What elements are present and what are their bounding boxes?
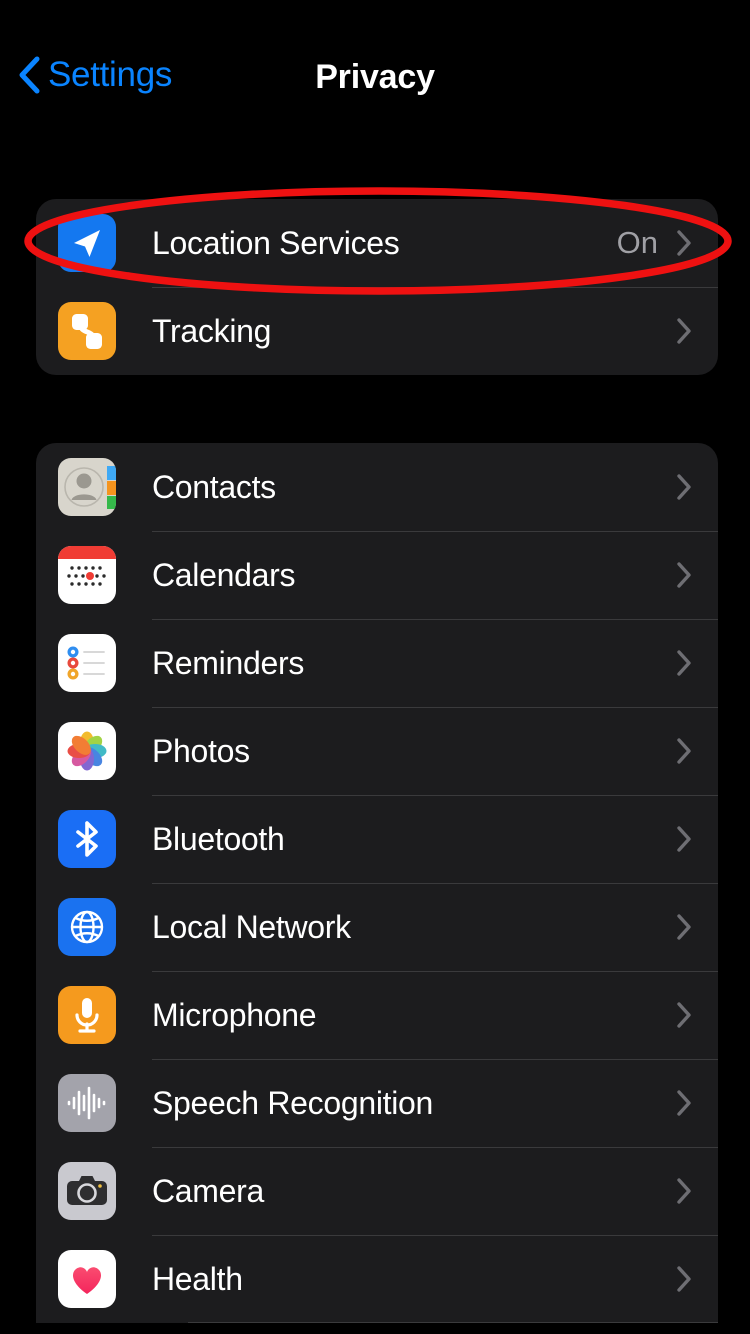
row-calendars[interactable]: Calendars — [36, 531, 718, 619]
contacts-tab-green — [107, 496, 116, 509]
row-speech-recognition[interactable]: Speech Recognition — [36, 1059, 718, 1147]
bottom-separator — [188, 1322, 718, 1323]
calendars-icon — [58, 546, 116, 604]
location-arrow-icon — [58, 214, 116, 272]
chevron-right-icon — [677, 318, 691, 344]
row-photos[interactable]: Photos — [36, 707, 718, 795]
reminders-icon — [58, 634, 116, 692]
row-value: On — [616, 225, 658, 260]
row-label: Photos — [152, 732, 250, 769]
contacts-tab-orange — [107, 481, 116, 495]
chevron-right-icon — [677, 1178, 691, 1204]
photos-icon — [58, 722, 116, 780]
chevron-right-icon — [677, 650, 691, 676]
row-accessory — [676, 1089, 718, 1117]
microphone-icon — [58, 986, 116, 1044]
row-label: Location Services — [152, 224, 400, 261]
navigation-bar: Settings Privacy — [0, 0, 750, 150]
settings-group-primary: Location Services On Tracking — [36, 199, 718, 375]
chevron-right-icon — [677, 914, 691, 940]
row-accessory — [676, 1177, 718, 1205]
row-label: Tracking — [152, 312, 272, 349]
row-label: Camera — [152, 1172, 265, 1209]
row-local-network[interactable]: Local Network — [36, 883, 718, 971]
chevron-right-icon — [677, 738, 691, 764]
row-label: Calendars — [152, 556, 296, 593]
row-reminders[interactable]: Reminders — [36, 619, 718, 707]
bluetooth-icon — [58, 810, 116, 868]
row-accessory — [676, 473, 718, 501]
chevron-right-icon — [677, 1266, 691, 1292]
row-accessory — [676, 825, 718, 853]
row-health[interactable]: Health — [36, 1235, 718, 1323]
contacts-icon — [58, 458, 116, 516]
row-accessory — [658, 317, 718, 345]
row-tracking[interactable]: Tracking — [36, 287, 718, 375]
row-label: Bluetooth — [152, 820, 285, 857]
row-accessory — [676, 649, 718, 677]
row-label: Microphone — [152, 996, 317, 1033]
row-label: Reminders — [152, 644, 305, 681]
row-accessory — [676, 737, 718, 765]
tracking-icon — [58, 302, 116, 360]
page-title: Privacy — [315, 58, 435, 96]
row-bluetooth[interactable]: Bluetooth — [36, 795, 718, 883]
row-label: Local Network — [152, 908, 351, 945]
row-accessory — [676, 1001, 718, 1029]
row-location-services[interactable]: Location Services On — [36, 199, 718, 287]
row-label: Speech Recognition — [152, 1084, 434, 1121]
local-network-icon — [58, 898, 116, 956]
health-icon — [58, 1250, 116, 1308]
row-accessory — [676, 913, 718, 941]
row-accessory — [676, 561, 718, 589]
row-camera[interactable]: Camera — [36, 1147, 718, 1235]
row-accessory: On — [617, 225, 718, 261]
settings-group-apps: Contacts Calendars Reminders Photos Blue… — [36, 443, 718, 1323]
row-contacts[interactable]: Contacts — [36, 443, 718, 531]
row-accessory — [676, 1265, 718, 1293]
privacy-settings-screen: Settings Privacy Location Services On Tr… — [0, 0, 750, 1334]
chevron-right-icon — [677, 562, 691, 588]
chevron-right-icon — [677, 230, 691, 256]
chevron-right-icon — [677, 1090, 691, 1116]
contacts-tab-blue — [107, 466, 116, 480]
row-label: Health — [152, 1260, 243, 1297]
chevron-right-icon — [677, 474, 691, 500]
row-microphone[interactable]: Microphone — [36, 971, 718, 1059]
chevron-right-icon — [677, 1002, 691, 1028]
speech-recognition-icon — [58, 1074, 116, 1132]
row-label: Contacts — [152, 468, 276, 505]
chevron-right-icon — [677, 826, 691, 852]
camera-icon — [58, 1162, 116, 1220]
